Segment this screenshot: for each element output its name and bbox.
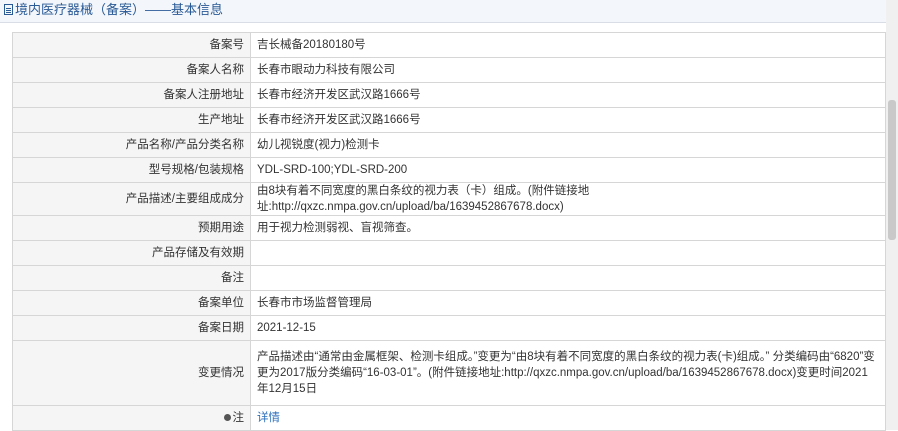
row-value: 产品描述由“通常由金属框架、检测卡组成。”变更为“由8块有着不同宽度的黑白条纹的… — [250, 340, 886, 406]
table-row: 产品名称/产品分类名称 幼儿视锐度(视力)检测卡 — [12, 132, 886, 158]
row-value: 由8块有着不同宽度的黑白条纹的视力表（卡）组成。(附件链接地址:http://q… — [250, 182, 886, 216]
note-bullet-icon — [223, 414, 231, 421]
row-label: 备案人名称 — [12, 57, 251, 83]
table-row: 备案单位 长春市市场监督管理局 — [12, 290, 886, 316]
row-label: 生产地址 — [12, 107, 251, 133]
info-table: 备案号 吉长械备20180180号 备案人名称 长春市眼动力科技有限公司 备案人… — [12, 32, 886, 431]
row-value: 幼儿视锐度(视力)检测卡 — [250, 132, 886, 158]
row-label: 备案日期 — [12, 315, 251, 341]
table-row: 预期用途 用于视力检测弱视、盲视筛查。 — [12, 215, 886, 241]
scrollbar-thumb[interactable] — [888, 100, 896, 240]
row-value — [250, 265, 886, 291]
row-value: 长春市市场监督管理局 — [250, 290, 886, 316]
row-value: 吉长械备20180180号 — [250, 32, 886, 58]
table-row: 备案号 吉长械备20180180号 — [12, 32, 886, 58]
table-row: 型号规格/包装规格 YDL-SRD-100;YDL-SRD-200 — [12, 157, 886, 183]
document-icon — [4, 4, 13, 15]
note-row: 注 详情 — [12, 405, 886, 431]
row-value: YDL-SRD-100;YDL-SRD-200 — [250, 157, 886, 183]
table-row: 产品描述/主要组成成分 由8块有着不同宽度的黑白条纹的视力表（卡）组成。(附件链… — [12, 182, 886, 216]
row-label: 备注 — [12, 265, 251, 291]
row-label: 变更情况 — [12, 340, 251, 406]
vertical-scrollbar[interactable] — [886, 0, 898, 430]
table-row: 备案人名称 长春市眼动力科技有限公司 — [12, 57, 886, 83]
table-row: 备案人注册地址 长春市经济开发区武汉路1666号 — [12, 82, 886, 108]
details-link[interactable]: 详情 — [257, 412, 280, 424]
row-label: 产品存储及有效期 — [12, 240, 251, 266]
row-value: 2021-12-15 — [250, 315, 886, 341]
table-row: 生产地址 长春市经济开发区武汉路1666号 — [12, 107, 886, 133]
page-title: 境内医疗器械（备案）——基本信息 — [15, 2, 224, 17]
row-label: 备案人注册地址 — [12, 82, 251, 108]
table-row: 变更情况 产品描述由“通常由金属框架、检测卡组成。”变更为“由8块有着不同宽度的… — [12, 340, 886, 406]
row-value: 用于视力检测弱视、盲视筛查。 — [250, 215, 886, 241]
row-value — [250, 240, 886, 266]
row-value: 长春市眼动力科技有限公司 — [250, 57, 886, 83]
row-label: 备案单位 — [12, 290, 251, 316]
row-label: 产品名称/产品分类名称 — [12, 132, 251, 158]
page-header: 境内医疗器械（备案）——基本信息 — [0, 0, 898, 23]
row-label: 型号规格/包装规格 — [12, 157, 251, 183]
table-row: 产品存储及有效期 — [12, 240, 886, 266]
table-row: 备案日期 2021-12-15 — [12, 315, 886, 341]
note-value-cell: 详情 — [250, 405, 886, 431]
row-value: 长春市经济开发区武汉路1666号 — [250, 107, 886, 133]
row-label: 备案号 — [12, 32, 251, 58]
row-label: 预期用途 — [12, 215, 251, 241]
table-row: 备注 — [12, 265, 886, 291]
note-label-cell: 注 — [12, 405, 251, 431]
note-label: 注 — [232, 412, 245, 424]
row-value: 长春市经济开发区武汉路1666号 — [250, 82, 886, 108]
row-label: 产品描述/主要组成成分 — [12, 182, 251, 216]
